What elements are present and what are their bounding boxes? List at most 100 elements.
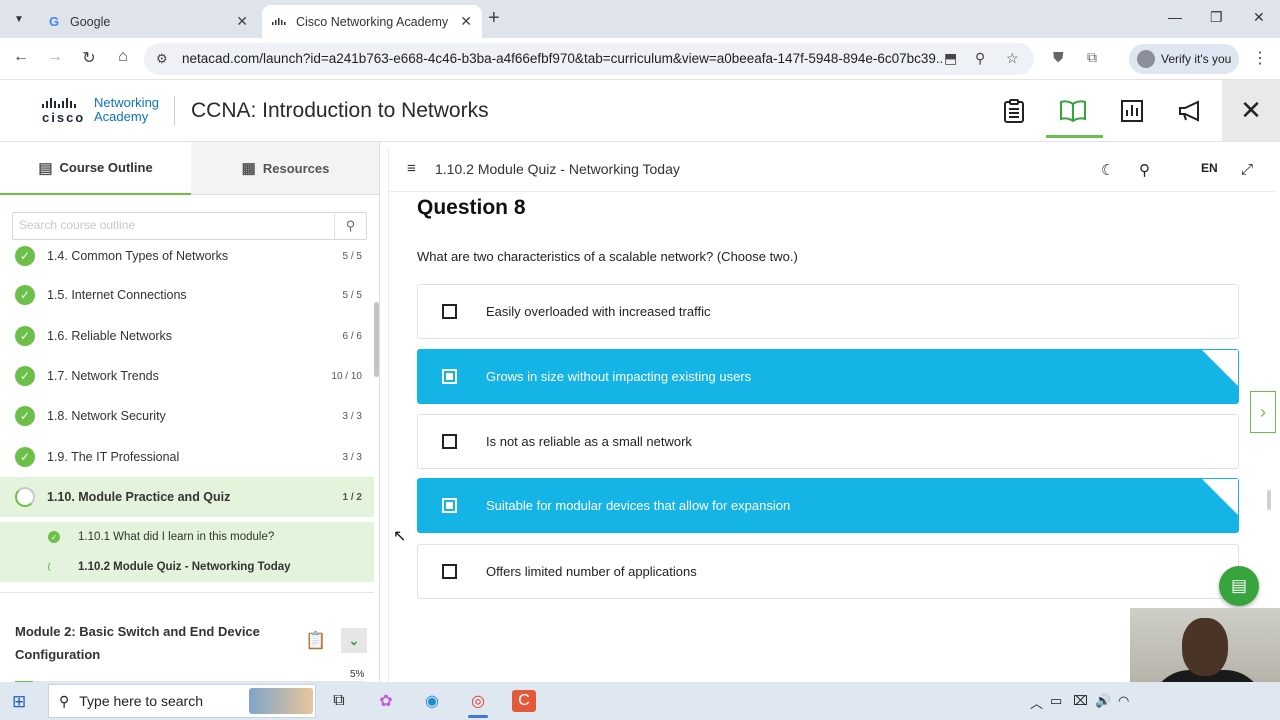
- active-header-indicator: [1046, 135, 1103, 138]
- tray-chevron-icon[interactable]: ︿: [1030, 693, 1043, 712]
- option-text: Suitable for modular devices that allow …: [486, 498, 791, 513]
- close-tab-icon[interactable]: ✕: [460, 13, 472, 30]
- tab-resources[interactable]: ▦ Resources: [191, 142, 379, 195]
- outline-icon: ▤: [38, 159, 53, 177]
- book-icon[interactable]: [1058, 96, 1088, 126]
- answer-option[interactable]: Is not as reliable as a small network: [417, 414, 1239, 469]
- cisco-networking-academy-logo[interactable]: cisco Networking Academy: [40, 96, 165, 128]
- install-app-icon[interactable]: ⬒: [944, 50, 957, 67]
- clipboard-icon[interactable]: [999, 96, 1029, 126]
- task-view-icon[interactable]: ⧉: [327, 690, 351, 712]
- volume-icon[interactable]: 🔊: [1095, 693, 1111, 709]
- checkbox[interactable]: [442, 434, 457, 449]
- question-text: What are two characteristics of a scalab…: [417, 249, 798, 264]
- profile-verify-button[interactable]: Verify it's you: [1129, 44, 1239, 74]
- close-course-icon[interactable]: ✕: [1222, 80, 1280, 141]
- back-icon[interactable]: ←: [10, 48, 32, 66]
- tab-course-outline[interactable]: ▤ Course Outline: [0, 142, 191, 195]
- chrome-icon[interactable]: ◎: [466, 690, 490, 718]
- answer-option-selected[interactable]: Grows in size without impacting existing…: [417, 349, 1239, 404]
- outline-item[interactable]: ✓ 1.9. The IT Professional 3 / 3: [0, 437, 374, 477]
- tab-cisco-networking-academy[interactable]: Cisco Networking Academy ✕: [262, 5, 482, 38]
- site-info-icon[interactable]: ⚙: [156, 51, 168, 67]
- checkbox-checked[interactable]: [442, 498, 457, 513]
- check-circle-icon: ✓: [15, 246, 35, 266]
- course-sidebar: ▤ Course Outline ▦ Resources ⚲ ✓ 1.4. Co…: [0, 142, 380, 682]
- home-icon[interactable]: ⌂: [112, 48, 134, 66]
- meet-now-icon[interactable]: ⌧: [1073, 693, 1088, 709]
- corner-decoration: [1202, 479, 1238, 515]
- sidebar-scrollbar[interactable]: [374, 302, 379, 377]
- document-icon: ▦: [241, 160, 256, 177]
- address-bar[interactable]: ⚙ netacad.com/launch?id=a241b763-e668-4c…: [144, 43, 1034, 75]
- chart-icon[interactable]: [1117, 96, 1147, 126]
- outline-item-label: 1.6. Reliable Networks: [47, 329, 173, 343]
- progress-circle-icon: [48, 561, 60, 573]
- outline-item-label: 1.10. Module Practice and Quiz: [47, 490, 231, 504]
- quiz-clipboard-icon[interactable]: 📋: [305, 631, 326, 651]
- header-divider: [174, 96, 175, 126]
- forward-icon[interactable]: →: [44, 48, 66, 66]
- outline-item-label: 1.9. The IT Professional: [47, 450, 180, 464]
- outline-item[interactable]: ✓ 1.8. Network Security 3 / 3: [0, 396, 374, 436]
- outline-subitem[interactable]: ✓ 1.10.1 What did I learn in this module…: [0, 522, 374, 552]
- screen-recorder-icon[interactable]: C: [512, 690, 536, 712]
- windows-start-icon[interactable]: ⊞: [12, 692, 26, 712]
- language-label[interactable]: EN: [1201, 161, 1218, 175]
- minimize-icon[interactable]: —: [1168, 9, 1182, 25]
- megaphone-icon[interactable]: [1176, 96, 1206, 126]
- new-tab-icon[interactable]: +: [488, 8, 500, 28]
- bookmark-star-icon[interactable]: ☆: [1006, 50, 1019, 67]
- zoom-icon[interactable]: ⚲: [975, 50, 985, 67]
- outline-search-input[interactable]: [19, 218, 329, 232]
- checkbox[interactable]: [442, 564, 457, 579]
- restore-icon[interactable]: ❐: [1210, 9, 1223, 26]
- checkbox-checked[interactable]: [442, 369, 457, 384]
- copilot-icon[interactable]: ✿: [374, 690, 398, 712]
- outline-item-current[interactable]: 1.10. Module Practice and Quiz 1 / 2: [0, 477, 374, 517]
- course-outline-list: ✓ 1.4. Common Types of Networks 5 / 5 ✓ …: [0, 242, 374, 592]
- shield-extension-icon[interactable]: ⛊: [1053, 49, 1064, 66]
- expand-icon[interactable]: ⤢: [1241, 161, 1253, 178]
- outline-item-label: 1.5. Internet Connections: [47, 288, 187, 302]
- edge-icon[interactable]: ◉: [420, 690, 444, 712]
- close-tab-icon[interactable]: ✕: [236, 13, 248, 30]
- logo-text: Networking Academy: [94, 95, 160, 124]
- notes-clipboard-button[interactable]: ▤: [1219, 566, 1259, 606]
- taskbar-search[interactable]: ⚲ Type here to search: [48, 684, 316, 718]
- next-page-button[interactable]: ›: [1250, 391, 1276, 433]
- collapse-menu-icon[interactable]: ≡: [407, 160, 416, 177]
- reload-icon[interactable]: ↻: [78, 48, 100, 68]
- browser-menu-icon[interactable]: ⋮: [1252, 48, 1268, 68]
- search-icon[interactable]: ⚲: [334, 213, 366, 239]
- outline-item-count: 5 / 5: [342, 289, 362, 301]
- outline-subitem-current[interactable]: 1.10.2 Module Quiz - Networking Today: [0, 552, 374, 582]
- check-circle-icon: ✓: [15, 366, 35, 386]
- answer-option[interactable]: Easily overloaded with increased traffic: [417, 284, 1239, 339]
- progress-circle-icon: [15, 487, 35, 507]
- checkbox[interactable]: [442, 304, 457, 319]
- network-device-icon[interactable]: ▭: [1050, 693, 1062, 709]
- corner-decoration: [1202, 350, 1238, 386]
- extensions-puzzle-icon[interactable]: ⧉: [1087, 49, 1097, 66]
- cisco-bars-icon: [42, 98, 76, 108]
- check-circle-icon: ✓: [15, 447, 35, 467]
- chevron-down-icon[interactable]: ⌄: [341, 628, 367, 653]
- url-text[interactable]: netacad.com/launch?id=a241b763-e668-4c46…: [182, 51, 942, 66]
- answer-option[interactable]: Offers limited number of applications: [417, 544, 1239, 599]
- option-text: Offers limited number of applications: [486, 564, 697, 579]
- dark-mode-icon[interactable]: ☾: [1101, 161, 1114, 179]
- tab-search-chevron-icon[interactable]: ▼: [8, 8, 30, 30]
- outline-item[interactable]: ✓ 1.4. Common Types of Networks 5 / 5: [0, 242, 374, 276]
- outline-item[interactable]: ✓ 1.5. Internet Connections 5 / 5: [0, 275, 374, 315]
- answer-option-selected[interactable]: Suitable for modular devices that allow …: [417, 478, 1239, 533]
- search-highlight-image: [249, 688, 313, 714]
- wifi-icon[interactable]: ◠: [1118, 693, 1129, 709]
- outline-item[interactable]: ✓ 1.7. Network Trends 10 / 10: [0, 356, 374, 396]
- outline-item[interactable]: ✓ 1.6. Reliable Networks 6 / 6: [0, 316, 374, 356]
- tab-google[interactable]: G Google ✕: [36, 5, 258, 38]
- search-icon[interactable]: ⚲: [1139, 161, 1150, 179]
- content-scrollbar[interactable]: [1267, 490, 1271, 510]
- module-2-card[interactable]: Module 2: Basic Switch and End Device Co…: [0, 592, 374, 682]
- window-close-icon[interactable]: ✕: [1253, 9, 1265, 26]
